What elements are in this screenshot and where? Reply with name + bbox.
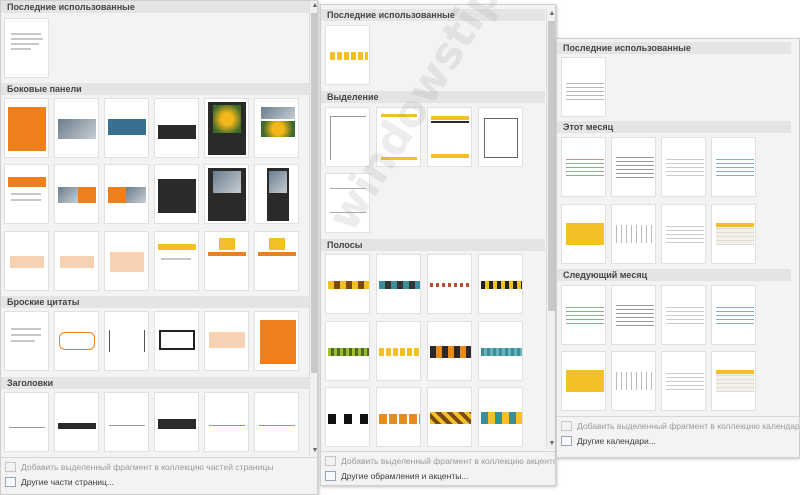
thumbnail-calendar[interactable]	[611, 137, 656, 197]
thumbnail-sidebar[interactable]	[154, 164, 199, 224]
thumbnail-calendar[interactable]	[561, 137, 606, 197]
thumbnail-stripe[interactable]	[325, 387, 370, 447]
thumbnail-frame[interactable]	[325, 107, 370, 167]
scroll-down-arrow-icon[interactable]: ▼	[310, 446, 317, 456]
thumbnail-heading[interactable]	[4, 392, 49, 452]
thumbnail-quote[interactable]	[4, 311, 49, 371]
thumbnail-stripe[interactable]	[376, 321, 421, 381]
section-header-recent: Последние использованные	[321, 9, 545, 21]
thumbnail-sidebar[interactable]	[54, 164, 99, 224]
thumbnail-sidebar[interactable]	[4, 98, 49, 158]
thumbnail-calendar[interactable]	[561, 285, 606, 345]
borders-accents-gallery: Последние использованные Выделение Полос…	[320, 4, 556, 486]
borders-icon	[325, 471, 336, 481]
add-to-page-parts-button[interactable]: Добавить выделенный фрагмент в коллекцию…	[3, 460, 273, 474]
thumbnail-stripe[interactable]	[376, 387, 421, 447]
thumbnail-calendar[interactable]	[611, 204, 656, 264]
thumbnail-recent-calendar[interactable]	[561, 57, 606, 117]
scroll-down-arrow-icon[interactable]: ▼	[547, 439, 555, 449]
page-parts-gallery: Последние использованные Боковые панели …	[0, 0, 318, 495]
thumbnail-calendar[interactable]	[611, 285, 656, 345]
thumbnail-sidebar[interactable]	[54, 98, 99, 158]
thumbnail-sidebar[interactable]	[54, 231, 99, 291]
add-to-calendars-button[interactable]: Добавить выделенный фрагмент в коллекцию…	[559, 419, 799, 433]
thumbnail-calendar[interactable]	[561, 204, 606, 264]
add-selection-icon	[561, 421, 572, 431]
section-header-next-month: Следующий месяц	[557, 269, 791, 281]
calendars-gallery: Последние использованные Этот месяц След…	[556, 38, 800, 458]
section-header-headings: Заголовки	[1, 377, 309, 389]
thumbnail-frame[interactable]	[325, 173, 370, 233]
page-parts-icon	[5, 477, 16, 487]
thumbnail-sidebar[interactable]	[4, 164, 49, 224]
thumbnail-frame[interactable]	[427, 107, 472, 167]
thumbnail-sidebar[interactable]	[204, 164, 249, 224]
thumbnail-heading[interactable]	[54, 392, 99, 452]
scroll-up-arrow-icon[interactable]: ▲	[310, 1, 317, 11]
thumbnail-calendar[interactable]	[661, 137, 706, 197]
thumbnail-calendar[interactable]	[661, 204, 706, 264]
thumbnail-frame[interactable]	[478, 107, 523, 167]
section-header-selection: Выделение	[321, 91, 545, 103]
thumbnail-heading[interactable]	[204, 392, 249, 452]
thumbnail-stripe[interactable]	[376, 254, 421, 314]
thumbnail-stripe[interactable]	[478, 321, 523, 381]
thumbnail-sidebar[interactable]	[204, 98, 249, 158]
thumbnail-calendar[interactable]	[711, 285, 756, 345]
more-calendars-button[interactable]: Другие календари...	[559, 434, 656, 448]
thumbnail-sidebar[interactable]	[254, 98, 299, 158]
thumbnail-stripe[interactable]	[325, 254, 370, 314]
thumbnail-stripe[interactable]	[427, 387, 472, 447]
thumbnail-calendar[interactable]	[561, 351, 606, 411]
thumbnail-sidebar[interactable]	[104, 164, 149, 224]
thumbnail-stripe[interactable]	[478, 254, 523, 314]
thumbnail-stripe[interactable]	[427, 321, 472, 381]
thumbnail-calendar[interactable]	[711, 351, 756, 411]
thumbnail-recent-accent[interactable]	[325, 25, 370, 85]
thumbnail-sidebar[interactable]	[154, 231, 199, 291]
section-header-stripes: Полосы	[321, 239, 545, 251]
thumbnail-calendar[interactable]	[661, 351, 706, 411]
thumbnail-stripe[interactable]	[478, 387, 523, 447]
scroll-thumb[interactable]	[311, 13, 317, 373]
thumbnail-calendar[interactable]	[711, 137, 756, 197]
add-to-accents-button[interactable]: Добавить выделенный фрагмент в коллекцию…	[323, 454, 555, 468]
more-borders-button[interactable]: Другие обрамления и акценты...	[323, 469, 468, 483]
thumbnail-heading[interactable]	[104, 392, 149, 452]
thumbnail-calendar[interactable]	[711, 204, 756, 264]
section-header-quotes: Броские цитаты	[1, 296, 309, 308]
section-header-sidebars: Боковые панели	[1, 83, 309, 95]
thumbnail-sidebar[interactable]	[204, 231, 249, 291]
thumbnail-calendar[interactable]	[661, 285, 706, 345]
thumbnail-sidebar[interactable]	[254, 164, 299, 224]
section-header-recent: Последние использованные	[557, 42, 791, 54]
scrollbar[interactable]: ▲ ▼	[546, 9, 555, 449]
add-selection-icon	[325, 456, 336, 466]
thumbnail-quote[interactable]	[254, 311, 299, 371]
thumbnail-quote[interactable]	[104, 311, 149, 371]
thumbnail-frame[interactable]	[376, 107, 421, 167]
thumbnail-quote[interactable]	[204, 311, 249, 371]
scroll-thumb[interactable]	[548, 21, 555, 311]
thumbnail-sidebar[interactable]	[254, 231, 299, 291]
thumbnail-recent-text-box[interactable]	[4, 18, 49, 78]
scrollbar[interactable]: ▲ ▼	[309, 1, 317, 456]
scroll-up-arrow-icon[interactable]: ▲	[547, 9, 555, 19]
thumbnail-calendar[interactable]	[611, 351, 656, 411]
thumbnail-sidebar[interactable]	[154, 98, 199, 158]
thumbnail-quote[interactable]	[54, 311, 99, 371]
thumbnail-stripe[interactable]	[325, 321, 370, 381]
thumbnail-stripe[interactable]	[427, 254, 472, 314]
more-page-parts-button[interactable]: Другие части страниц...	[3, 475, 114, 489]
thumbnail-quote[interactable]	[154, 311, 199, 371]
thumbnail-sidebar[interactable]	[4, 231, 49, 291]
section-header-recent: Последние использованные	[1, 1, 309, 13]
thumbnail-heading[interactable]	[154, 392, 199, 452]
thumbnail-heading[interactable]	[254, 392, 299, 452]
add-selection-icon	[5, 462, 16, 472]
calendar-icon	[561, 436, 572, 446]
section-header-this-month: Этот месяц	[557, 121, 791, 133]
thumbnail-sidebar[interactable]	[104, 231, 149, 291]
thumbnail-sidebar[interactable]	[104, 98, 149, 158]
